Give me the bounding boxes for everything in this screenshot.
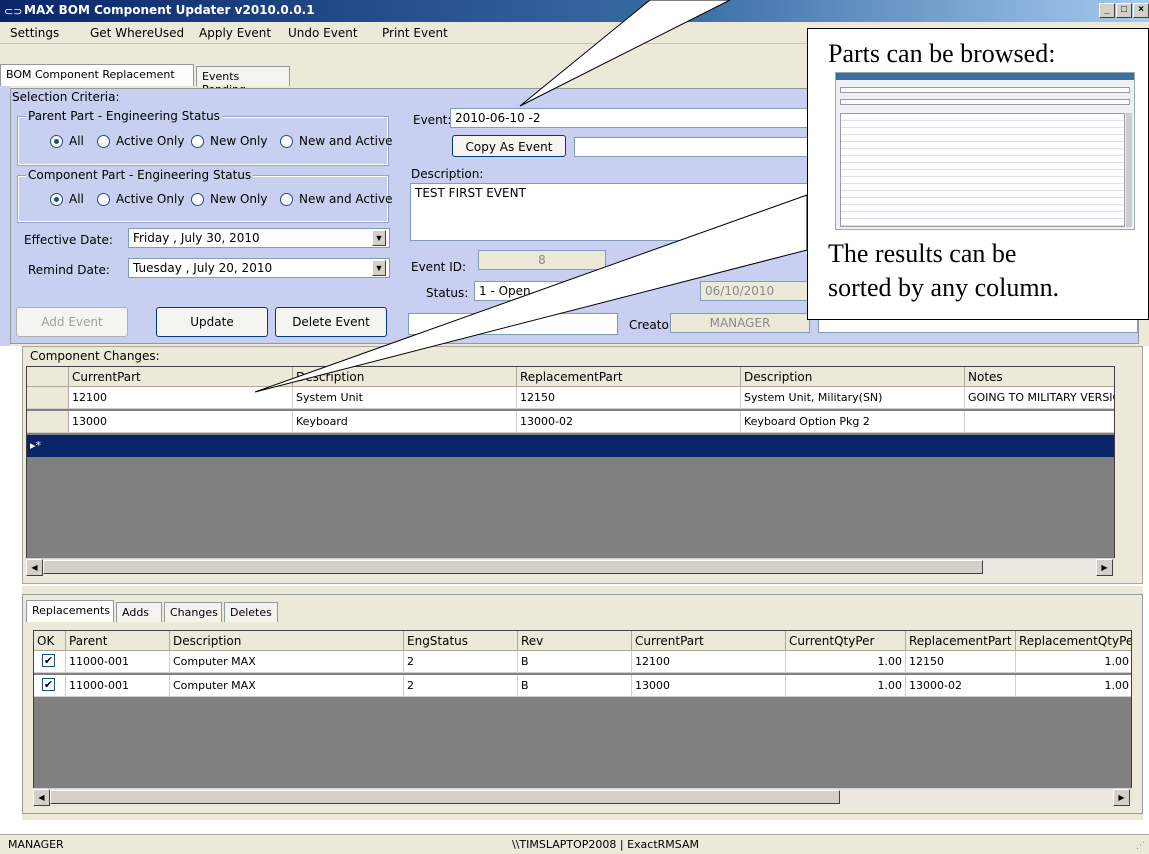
cell-replacementpart[interactable]: 13000-02 <box>906 675 1016 697</box>
col-description[interactable]: Description <box>170 631 404 651</box>
resize-grip-icon[interactable]: ⋰ <box>1136 841 1145 851</box>
col-currentpart[interactable]: CurrentPart <box>632 631 786 651</box>
callout-browse-text: Parts can be browsed: <box>828 39 1056 68</box>
new-row-marker-icon: ▸* <box>27 435 69 457</box>
table-row[interactable]: ✔ 11000-001 Computer MAX 2 B 13000 1.00 … <box>34 675 1131 697</box>
ok-checkbox[interactable]: ✔ <box>42 654 55 667</box>
cell-parent[interactable]: 11000-001 <box>66 675 170 697</box>
cell-replacementqtyper[interactable]: 1.00 <box>1016 651 1131 673</box>
scroll-left-icon[interactable]: ◀ <box>33 789 50 806</box>
callout-pointer-event <box>519 0 731 107</box>
status-server: \\TIMSLAPTOP2008 | ExactRMSAM <box>512 838 699 851</box>
scroll-thumb[interactable] <box>50 790 840 804</box>
replacements-grid: OK Parent Description EngStatus Rev Curr… <box>33 630 1132 804</box>
col-replacementqtyper[interactable]: ReplacementQtyPe <box>1016 631 1131 651</box>
cell-currentqtyper[interactable]: 1.00 <box>786 651 906 673</box>
status-bar: MANAGER \\TIMSLAPTOP2008 | ExactRMSAM ⋰ <box>0 834 1149 854</box>
tab-replacements[interactable]: Replacements <box>26 600 114 622</box>
cell-engstatus[interactable]: 2 <box>404 651 518 673</box>
component-changes-hscrollbar[interactable]: ◀ ▶ <box>26 558 1115 576</box>
cell-engstatus[interactable]: 2 <box>404 675 518 697</box>
callout-results-line2: sorted by any column. <box>828 273 1060 302</box>
col-parent[interactable]: Parent <box>66 631 170 651</box>
cell-description[interactable]: Computer MAX <box>170 651 404 673</box>
callout-results-line1: The results can be <box>828 239 1017 268</box>
col-engstatus[interactable]: EngStatus <box>404 631 518 651</box>
tab-bom-component-replacement[interactable]: BOM Component Replacement <box>0 64 194 86</box>
status-user: MANAGER <box>8 838 64 851</box>
col-ok[interactable]: OK <box>34 631 66 651</box>
tab-deletes[interactable]: Deletes <box>224 602 278 622</box>
callout-pointer-grid <box>254 194 808 393</box>
cell-parent[interactable]: 11000-001 <box>66 651 170 673</box>
tab-adds[interactable]: Adds <box>116 602 162 622</box>
replacements-header: OK Parent Description EngStatus Rev Curr… <box>34 631 1131 651</box>
scroll-right-icon[interactable]: ▶ <box>1113 789 1130 806</box>
ok-cell: ✔ <box>34 675 66 697</box>
cell-replacementpart[interactable]: 12150 <box>906 651 1016 673</box>
cell-currentqtyper[interactable]: 1.00 <box>786 675 906 697</box>
ok-checkbox[interactable]: ✔ <box>42 678 55 691</box>
cell-currentpart[interactable]: 12100 <box>632 651 786 673</box>
col-rev[interactable]: Rev <box>518 631 632 651</box>
table-row[interactable]: ✔ 11000-001 Computer MAX 2 B 12100 1.00 … <box>34 651 1131 673</box>
cell-replacementqtyper[interactable]: 1.00 <box>1016 675 1131 697</box>
cell-rev[interactable]: B <box>518 675 632 697</box>
part-lookup-thumbnail <box>835 72 1135 230</box>
cell-rev[interactable]: B <box>518 651 632 673</box>
scroll-left-icon[interactable]: ◀ <box>26 559 43 576</box>
col-replacementpart[interactable]: ReplacementPart <box>906 631 1016 651</box>
ok-cell: ✔ <box>34 651 66 673</box>
cell-currentpart[interactable]: 13000 <box>632 675 786 697</box>
col-currentqtyper[interactable]: CurrentQtyPer <box>786 631 906 651</box>
scroll-right-icon[interactable]: ▶ <box>1096 559 1113 576</box>
replacements-hscrollbar[interactable]: ◀ ▶ <box>33 788 1132 806</box>
tab-changes[interactable]: Changes <box>164 602 222 622</box>
cell-description[interactable]: Computer MAX <box>170 675 404 697</box>
scroll-thumb[interactable] <box>43 560 983 574</box>
new-row[interactable]: ▸* <box>27 435 1114 457</box>
